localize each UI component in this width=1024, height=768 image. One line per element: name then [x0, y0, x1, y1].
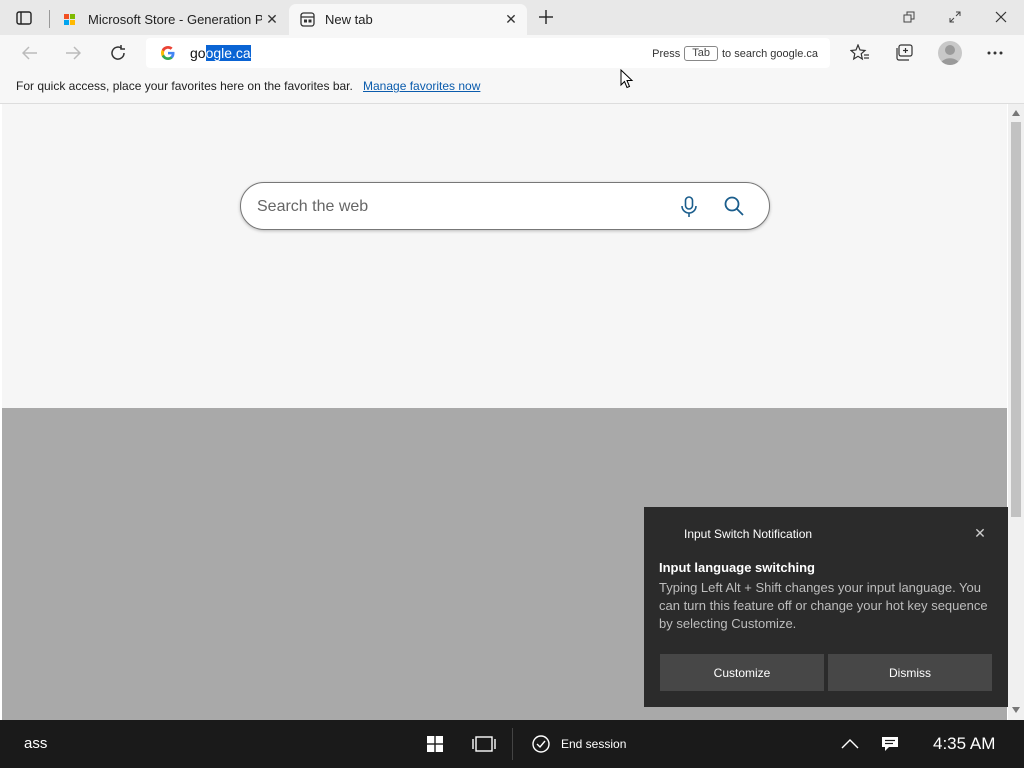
close-tab-icon[interactable]: ✕ [262, 10, 282, 30]
url-selected-text: ogle.ca [205, 45, 251, 61]
back-button[interactable] [16, 39, 44, 67]
chevron-up-icon[interactable] [838, 732, 862, 756]
notification-body: Typing Left Alt + Shift changes your inp… [659, 580, 988, 631]
favorites-button[interactable] [845, 39, 875, 67]
address-bar[interactable]: google.ca Press Tab to search google.ca [146, 38, 830, 68]
notification-app-name: Input Switch Notification [684, 527, 813, 541]
windows-start-icon[interactable] [423, 732, 447, 756]
tab-strip: Microsoft Store - Generation Pro ✕ New t… [0, 0, 1024, 35]
new-tab-button[interactable] [536, 7, 556, 27]
scrollbar-thumb[interactable] [1011, 122, 1021, 517]
url-text[interactable]: google.ca [190, 45, 251, 61]
collections-button[interactable] [889, 39, 919, 67]
action-center-icon[interactable] [878, 732, 902, 756]
forward-button[interactable] [59, 39, 87, 67]
google-icon [161, 46, 175, 60]
newtab-icon [299, 12, 315, 28]
microphone-icon[interactable] [679, 196, 699, 218]
profile-avatar[interactable] [938, 41, 962, 65]
favorites-bar: For quick access, place your favorites h… [0, 71, 1024, 104]
search-icon[interactable] [723, 195, 745, 217]
manage-favorites-link[interactable]: Manage favorites now [363, 79, 480, 93]
end-session-button[interactable]: End session [561, 737, 626, 751]
navigation-bar: google.ca Press Tab to search google.ca [0, 35, 1024, 71]
dismiss-button[interactable]: Dismiss [828, 654, 992, 691]
input-switch-notification: Input Switch Notification ✕ Input langua… [644, 507, 1008, 707]
tab-title: New tab [325, 12, 373, 27]
more-options-button[interactable] [980, 39, 1010, 67]
mouse-cursor-icon [620, 69, 634, 89]
taskbar: ass End session 4:35 AM [0, 720, 1024, 768]
page-scrollbar[interactable] [1008, 104, 1024, 720]
taskbar-clock: 4:35 AM [933, 734, 996, 753]
restore-down-icon[interactable] [897, 6, 921, 28]
hint-suffix: to search google.ca [721, 47, 818, 60]
search-placeholder: Search the web [257, 198, 369, 215]
tab-microsoft-store[interactable]: Microsoft Store - Generation Pro ✕ [52, 4, 288, 35]
close-window-icon[interactable] [989, 6, 1013, 28]
end-session-icon[interactable] [529, 732, 553, 756]
store-icon [62, 12, 78, 28]
taskbar-divider [512, 728, 513, 760]
tab-title: Microsoft Store - Generation Pro [88, 12, 262, 27]
tab-new-tab[interactable]: New tab ✕ [289, 4, 527, 35]
tab-separator [49, 10, 50, 28]
scroll-down-icon[interactable] [1012, 707, 1020, 713]
task-view-icon[interactable] [470, 732, 498, 756]
refresh-button[interactable] [104, 39, 132, 67]
customize-button[interactable]: Customize [660, 654, 824, 691]
web-search-box[interactable]: Search the web [240, 182, 770, 230]
tab-actions-icon[interactable] [12, 8, 36, 28]
scroll-up-icon[interactable] [1012, 110, 1020, 116]
close-notification-icon[interactable]: ✕ [972, 525, 988, 541]
url-prefix: go [190, 45, 206, 61]
close-tab-icon[interactable]: ✕ [501, 10, 521, 30]
hint-press: Press [652, 47, 681, 60]
favorites-bar-message: For quick access, place your favorites h… [16, 79, 353, 93]
tab-key-badge: Tab [684, 46, 718, 61]
fullscreen-icon[interactable] [943, 6, 967, 28]
tab-search-hint: Press Tab to search google.ca [652, 46, 818, 61]
taskbar-label: ass [24, 735, 48, 752]
notification-title: Input language switching [659, 560, 815, 575]
